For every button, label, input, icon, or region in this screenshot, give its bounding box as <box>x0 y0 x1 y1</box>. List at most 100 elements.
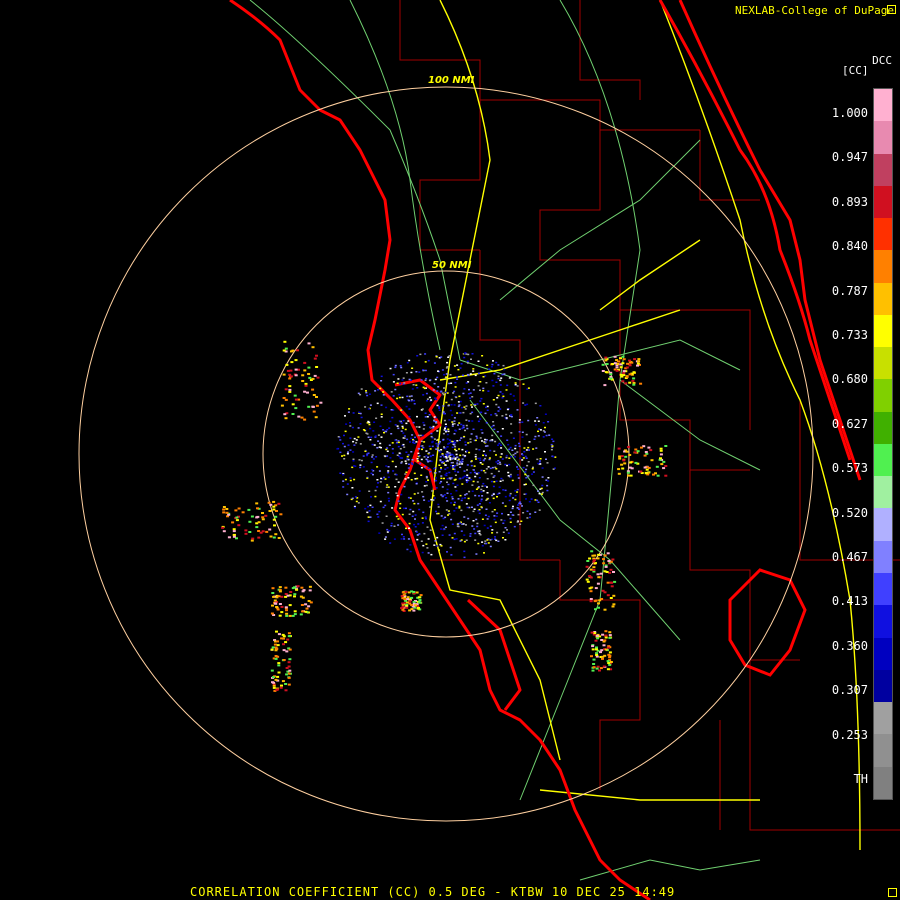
echo-pixel <box>465 424 468 427</box>
echo-pixel <box>454 396 457 398</box>
echo-pixel <box>501 415 504 417</box>
echo-pixel <box>451 414 454 416</box>
echo-pixel <box>479 459 482 461</box>
echo-pixel <box>420 467 423 469</box>
echo-pixel <box>507 514 510 516</box>
echo-pixel <box>439 459 442 461</box>
echo-pixel <box>400 493 403 496</box>
colorbar-tick-label: 0.893 <box>831 194 868 209</box>
echo-pixel <box>611 558 615 561</box>
echo-pixel <box>477 486 480 488</box>
colorbar-segment <box>874 347 892 380</box>
echo-pixel <box>604 648 608 651</box>
echo-pixel <box>607 560 611 562</box>
echo-pixel <box>525 433 528 436</box>
echo-pixel <box>484 471 487 474</box>
echo-pixel <box>437 438 440 441</box>
echo-pixel <box>519 457 522 460</box>
echo-pixel <box>474 456 477 458</box>
echo-pixel <box>227 536 231 539</box>
echo-pixel <box>456 412 459 414</box>
echo-pixel <box>589 600 593 603</box>
echo-pixel <box>541 491 544 494</box>
echo-pixel <box>514 498 517 501</box>
echo-pixel <box>274 533 278 536</box>
echo-pixel <box>536 417 539 419</box>
echo-pixel <box>426 400 428 402</box>
echo-pixel <box>422 386 425 389</box>
echo-pixel <box>346 453 349 455</box>
product-caption: CORRELATION COEFFICIENT (CC) 0.5 DEG - K… <box>190 885 676 899</box>
echo-pixel <box>626 471 630 474</box>
echo-pixel <box>294 359 298 362</box>
echo-pixel <box>400 430 403 432</box>
echo-pixel <box>355 439 358 441</box>
echo-pixel <box>486 492 489 494</box>
echo-pixel <box>632 383 636 386</box>
echo-pixel <box>429 470 432 473</box>
echo-pixel <box>480 397 483 400</box>
echo-pixel <box>630 467 634 470</box>
echo-pixel <box>450 518 453 521</box>
echo-pixel <box>450 462 453 464</box>
echo-pixel <box>307 600 311 602</box>
echo-pixel <box>460 437 463 439</box>
echo-pixel <box>448 382 451 385</box>
echo-pixel <box>464 441 467 443</box>
echo-pixel <box>538 492 541 495</box>
echo-pixel <box>399 507 402 509</box>
echo-pixel <box>546 462 549 464</box>
echo-pixel <box>358 459 361 461</box>
echo-pixel <box>602 562 606 565</box>
echo-pixel <box>470 464 473 467</box>
echo-pixel <box>255 526 259 529</box>
echo-pixel <box>406 438 409 441</box>
echo-pixel <box>367 436 370 438</box>
echo-pixel <box>532 448 535 450</box>
echo-pixel <box>617 472 621 475</box>
echo-pixel <box>408 415 411 418</box>
echo-pixel <box>408 399 410 402</box>
echo-pixel <box>481 495 484 497</box>
echo-pixel <box>222 530 226 533</box>
echo-pixel <box>482 389 485 392</box>
echo-pixel <box>476 473 479 475</box>
echo-pixel <box>494 466 497 469</box>
echo-pixel <box>487 390 490 392</box>
echo-pixel <box>425 377 428 380</box>
echo-pixel <box>502 364 505 367</box>
echo-pixel <box>474 475 477 478</box>
echo-pixel <box>536 458 539 461</box>
echo-pixel <box>424 516 427 518</box>
echo-pixel <box>399 502 402 505</box>
echo-pixel <box>601 370 605 372</box>
echo-pixel <box>522 466 525 469</box>
echo-pixel <box>595 634 599 637</box>
echo-pixel <box>386 528 389 531</box>
echo-pixel <box>413 493 416 495</box>
echo-pixel <box>406 598 409 601</box>
echo-pixel <box>382 506 385 509</box>
echo-pixel <box>510 432 513 434</box>
echo-pixel <box>444 474 447 476</box>
echo-pixel <box>554 456 557 458</box>
road-lines <box>249 0 761 881</box>
echo-pixel <box>647 446 651 449</box>
echo-pixel <box>453 423 456 425</box>
echo-pixel <box>346 483 349 485</box>
echo-pixel <box>599 651 602 654</box>
colorbar-segment <box>874 508 892 541</box>
echo-pixel <box>498 492 501 494</box>
echo-pixel <box>495 461 498 463</box>
echo-pixel <box>426 416 429 418</box>
echo-pixel <box>360 416 363 419</box>
echo-pixel <box>606 660 610 663</box>
echo-pixel <box>425 455 428 457</box>
echo-pixel <box>650 459 654 462</box>
echo-pixel <box>453 444 456 446</box>
colorbar-tick-label: 0.733 <box>831 328 868 342</box>
echo-pixel <box>453 404 456 406</box>
echo-pixel <box>288 377 292 380</box>
echo-pixel <box>637 358 641 361</box>
echo-pixel <box>343 445 346 448</box>
